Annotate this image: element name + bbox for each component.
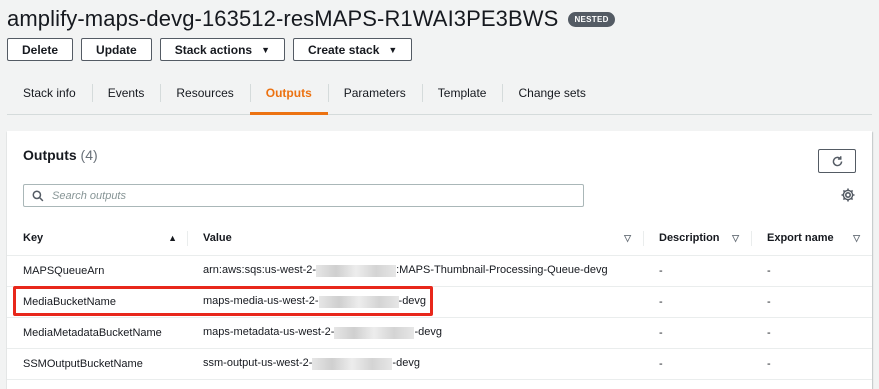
row-value: arn:aws:sqs:us-west-2- :MAPS-Thumbnail-Pr… bbox=[187, 255, 643, 287]
row-export-name: - bbox=[751, 255, 872, 287]
table-row: MediaBucketName maps-media-us-west-2- -de… bbox=[7, 286, 872, 318]
table-row: MAPSQueueArn arn:aws:sqs:us-west-2- :MAPS… bbox=[7, 255, 872, 287]
tab-bar: Stack info Events Resources Outputs Para… bbox=[7, 72, 872, 115]
create-stack-label: Create stack bbox=[308, 42, 380, 57]
column-description[interactable]: Description ▽ bbox=[643, 222, 751, 256]
value-prefix: arn:aws:sqs:us-west-2- bbox=[203, 264, 317, 277]
table-header-row: Key ▲ Value ▽ Description ▽ Export name ▽ bbox=[7, 222, 872, 256]
update-button[interactable]: Update bbox=[81, 38, 152, 61]
row-export-name: - bbox=[751, 348, 872, 380]
create-stack-button[interactable]: Create stack ▼ bbox=[293, 38, 413, 61]
row-key: MediaMetadataBucketName bbox=[7, 317, 187, 349]
tab-resources[interactable]: Resources bbox=[160, 72, 249, 114]
tab-parameters[interactable]: Parameters bbox=[327, 72, 422, 114]
row-value: maps-metadata-us-west-2- -devg bbox=[187, 317, 643, 349]
outputs-panel: Outputs (4) Key ▲ Value ▽ Description ▽ Exp… bbox=[7, 131, 872, 389]
row-key: MediaBucketName bbox=[7, 286, 187, 318]
update-label: Update bbox=[96, 42, 137, 57]
search-icon bbox=[32, 190, 44, 201]
row-description: - bbox=[643, 286, 751, 318]
sort-icon[interactable]: ▽ bbox=[624, 233, 631, 244]
stack-title: amplify-maps-devg-163512-resMAPS-R1WAI3P… bbox=[7, 6, 559, 31]
row-export-name: - bbox=[751, 317, 872, 349]
tab-events[interactable]: Events bbox=[91, 72, 161, 114]
tab-outputs[interactable]: Outputs bbox=[249, 72, 328, 115]
value-suffix: -devg bbox=[414, 326, 442, 339]
outputs-table: Key ▲ Value ▽ Description ▽ Export name ▽ MA… bbox=[7, 222, 872, 380]
action-buttons: Delete Update Stack actions ▼ Create stac… bbox=[7, 38, 413, 61]
gear-icon[interactable] bbox=[840, 187, 856, 203]
redacted-text bbox=[334, 326, 415, 339]
value-suffix: -devg bbox=[392, 357, 420, 370]
column-export-name[interactable]: Export name ▽ bbox=[751, 222, 872, 256]
value-prefix: maps-metadata-us-west-2- bbox=[203, 326, 335, 339]
value-prefix: maps-media-us-west-2- bbox=[203, 295, 319, 308]
outputs-title: Outputs bbox=[23, 147, 77, 163]
column-export-name-label: Export name bbox=[767, 232, 834, 245]
column-value-label: Value bbox=[203, 232, 232, 245]
row-key: SSMOutputBucketName bbox=[7, 348, 187, 380]
value-suffix: :MAPS-Thumbnail-Processing-Queue-devg bbox=[396, 264, 608, 277]
sort-ascending-icon[interactable]: ▲ bbox=[168, 233, 177, 243]
refresh-icon bbox=[832, 155, 842, 166]
delete-button[interactable]: Delete bbox=[7, 38, 74, 61]
row-value: ssm-output-us-west-2- -devg bbox=[187, 348, 643, 380]
refresh-button[interactable] bbox=[818, 149, 856, 173]
row-description: - bbox=[643, 348, 751, 380]
tab-change-sets[interactable]: Change sets bbox=[502, 72, 601, 114]
row-export-name: - bbox=[751, 286, 872, 318]
row-key: MAPSQueueArn bbox=[7, 255, 187, 287]
outputs-count: (4) bbox=[80, 147, 98, 163]
tab-template[interactable]: Template bbox=[421, 72, 503, 114]
outputs-heading: Outputs (4) bbox=[23, 147, 98, 163]
column-key[interactable]: Key ▲ bbox=[7, 222, 187, 256]
row-value: maps-media-us-west-2- -devg bbox=[187, 286, 643, 318]
stack-actions-label: Stack actions bbox=[174, 42, 253, 57]
row-description: - bbox=[643, 255, 751, 287]
sort-icon[interactable]: ▽ bbox=[853, 233, 860, 244]
column-description-label: Description bbox=[659, 232, 720, 245]
redacted-text bbox=[312, 357, 393, 370]
row-description: - bbox=[643, 317, 751, 349]
table-row: SSMOutputBucketName ssm-output-us-west-2… bbox=[7, 348, 872, 380]
tab-stack-info[interactable]: Stack info bbox=[7, 72, 92, 114]
stack-actions-button[interactable]: Stack actions ▼ bbox=[159, 38, 285, 61]
caret-down-icon: ▼ bbox=[388, 44, 398, 55]
nested-badge: NESTED bbox=[568, 11, 615, 27]
column-key-label: Key bbox=[23, 232, 44, 245]
sort-icon[interactable]: ▽ bbox=[732, 233, 739, 244]
value-prefix: ssm-output-us-west-2- bbox=[203, 357, 313, 370]
page-header: amplify-maps-devg-163512-resMAPS-R1WAI3P… bbox=[7, 4, 615, 34]
delete-label: Delete bbox=[22, 42, 59, 57]
table-row: MediaMetadataBucketName maps-metadata-us… bbox=[7, 317, 872, 349]
search-input[interactable] bbox=[50, 188, 550, 203]
search-box bbox=[23, 184, 584, 207]
caret-down-icon: ▼ bbox=[261, 44, 270, 55]
value-suffix: -devg bbox=[398, 295, 427, 308]
redacted-text bbox=[316, 264, 397, 277]
column-value[interactable]: Value ▽ bbox=[187, 222, 643, 256]
redacted-text bbox=[318, 295, 399, 308]
